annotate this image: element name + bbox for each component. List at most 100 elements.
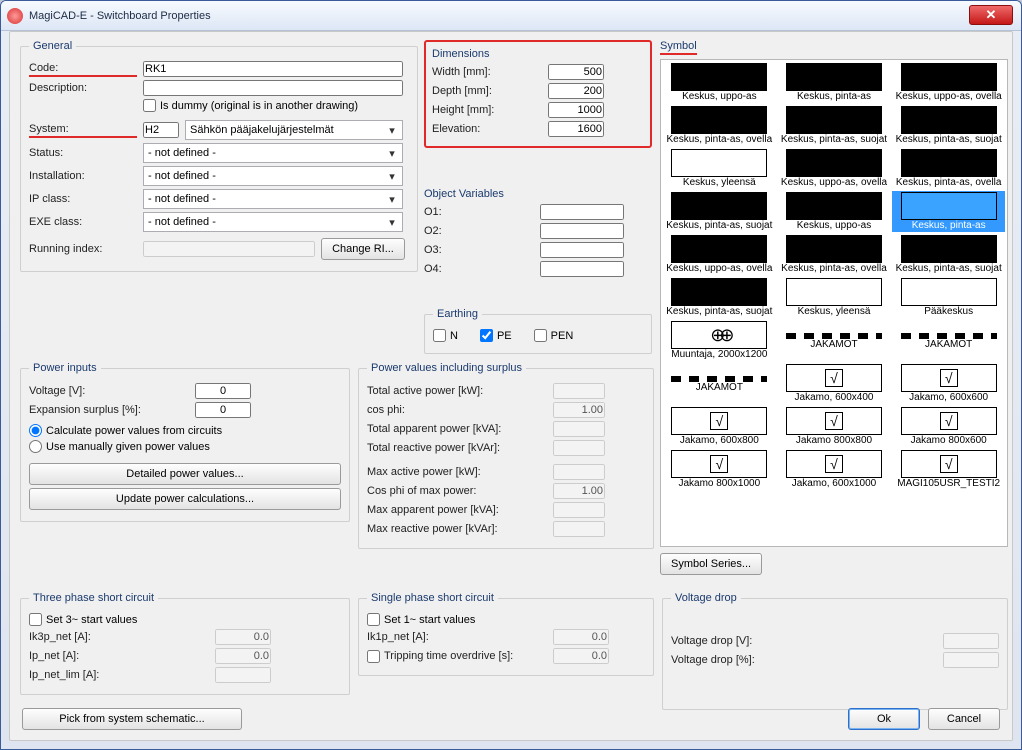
symbol-cell[interactable]: Keskus, uppo-as [778, 191, 891, 232]
symbol-cell[interactable]: Jakamo, 600x600 [892, 363, 1005, 404]
mrp-label: Max reactive power [kVAr]: [367, 523, 547, 535]
symbol-cell[interactable]: Keskus, uppo-as, ovella [778, 148, 891, 189]
symbol-cell[interactable]: Keskus, pinta-as [778, 62, 891, 103]
cancel-button[interactable]: Cancel [928, 708, 1000, 730]
symbol-cell[interactable]: Keskus, pinta-as, suojat [892, 105, 1005, 146]
desc-input[interactable] [143, 80, 403, 96]
symbol-cell[interactable]: JAKAMOT [892, 320, 1005, 361]
symbol-series-button[interactable]: Symbol Series... [660, 553, 762, 575]
ip-combo[interactable]: - not defined -▾ [143, 189, 403, 209]
pen-checkbox[interactable]: PEN [534, 329, 574, 342]
voltage-input[interactable] [195, 383, 251, 399]
n-checkbox[interactable]: N [433, 329, 458, 342]
symbol-caption: Jakamo 800x1000 [664, 478, 775, 489]
ipnet-input [215, 648, 271, 664]
symbol-swatch [671, 106, 767, 134]
symbol-cell[interactable]: Jakamo, 600x800 [663, 406, 776, 447]
symbol-caption: Keskus, pinta-as, ovella [779, 263, 890, 274]
o1-input[interactable] [540, 204, 624, 220]
set1-checkbox[interactable]: Set 1~ start values [367, 613, 475, 626]
height-label: Height [mm]: [432, 104, 542, 116]
symbol-cell[interactable]: Keskus, uppo-as [663, 62, 776, 103]
update-power-button[interactable]: Update power calculations... [29, 488, 341, 510]
symbol-cell[interactable]: Keskus, pinta-as, suojat [892, 234, 1005, 275]
ok-button[interactable]: Ok [848, 708, 920, 730]
o3-label: O3: [424, 244, 534, 256]
symbol-caption: JAKAMOT [779, 339, 890, 350]
cosphi-label: cos phi: [367, 404, 547, 416]
detailed-power-button[interactable]: Detailed power values... [29, 463, 341, 485]
symbol-cell[interactable]: Keskus, pinta-as, suojat [663, 191, 776, 232]
vdv-label: Voltage drop [V]: [671, 635, 801, 647]
dimensions-group: Dimensions Width [mm]: Depth [mm]: Heigh… [424, 40, 652, 148]
change-ri-button[interactable]: Change RI... [321, 238, 405, 260]
o4-input[interactable] [540, 261, 624, 277]
symbol-cell[interactable]: Keskus, pinta-as, ovella [663, 105, 776, 146]
symbol-cell[interactable]: Keskus, pinta-as, suojat [663, 277, 776, 318]
elev-label: Elevation: [432, 123, 542, 135]
symbol-swatch [786, 192, 882, 220]
symbol-cell[interactable]: Jakamo 800x800 [778, 406, 891, 447]
symbol-caption: Jakamo 800x800 [779, 435, 890, 446]
chevron-down-icon: ▾ [386, 170, 398, 183]
trip-checkbox[interactable]: Tripping time overdrive [s]: [367, 650, 547, 663]
status-combo[interactable]: - not defined -▾ [143, 143, 403, 163]
ik1p-label: Ik1p_net [A]: [367, 631, 547, 643]
chevron-down-icon: ▾ [386, 216, 398, 229]
o2-label: O2: [424, 225, 534, 237]
symbol-cell[interactable]: Keskus, uppo-as, ovella [892, 62, 1005, 103]
window: MagiCAD-E - Switchboard Properties ✕ Gen… [0, 0, 1022, 750]
symbol-cell[interactable]: Jakamo 800x600 [892, 406, 1005, 447]
o3-input[interactable] [540, 242, 624, 258]
symbol-caption: Keskus, uppo-as, ovella [893, 91, 1004, 102]
voltage-label: Voltage [V]: [29, 385, 189, 397]
ik1p-input [553, 629, 609, 645]
set3-checkbox[interactable]: Set 3~ start values [29, 613, 137, 626]
symbol-cell[interactable]: Pääkeskus [892, 277, 1005, 318]
height-input[interactable] [548, 102, 604, 118]
symbol-cell[interactable]: JAKAMOT [778, 320, 891, 361]
symbol-cell[interactable]: Keskus, pinta-as, suojat [778, 105, 891, 146]
symbol-cell[interactable]: Muuntaja, 2000x1200 [663, 320, 776, 361]
symbol-cell[interactable]: Jakamo, 600x1000 [778, 449, 891, 490]
pick-schematic-button[interactable]: Pick from system schematic... [22, 708, 242, 730]
symbol-caption: JAKAMOT [893, 339, 1004, 350]
symbol-swatch [786, 278, 882, 306]
symbol-cell[interactable]: MAGI105USR_TESTI2 [892, 449, 1005, 490]
map-input [553, 464, 605, 480]
manual-radio[interactable]: Use manually given power values [29, 440, 210, 453]
cosphi-input [553, 402, 605, 418]
elev-input[interactable] [548, 121, 604, 137]
system-code-input[interactable] [143, 122, 179, 138]
symbol-caption: Keskus, yleensä [664, 177, 775, 188]
close-button[interactable]: ✕ [969, 5, 1013, 25]
install-combo[interactable]: - not defined -▾ [143, 166, 403, 186]
system-combo[interactable]: Sähkön pääjakelujärjestelmät▾ [185, 120, 403, 140]
iplim-input [215, 667, 271, 683]
symbol-cell[interactable]: Jakamo, 600x400 [778, 363, 891, 404]
symbol-grid[interactable]: Keskus, uppo-asKeskus, pinta-asKeskus, u… [660, 59, 1008, 547]
width-input[interactable] [548, 64, 604, 80]
symbol-cell[interactable]: Keskus, pinta-as [892, 191, 1005, 232]
symbol-swatch [901, 149, 997, 177]
chevron-down-icon: ▾ [386, 124, 398, 137]
surplus-input[interactable] [195, 402, 251, 418]
depth-input[interactable] [548, 83, 604, 99]
symbol-cell[interactable]: Keskus, yleensä [663, 148, 776, 189]
code-input[interactable] [143, 61, 403, 77]
symbol-cell[interactable]: Keskus, yleensä [778, 277, 891, 318]
symbol-caption: Keskus, uppo-as [664, 91, 775, 102]
dummy-checkbox[interactable]: Is dummy (original is in another drawing… [143, 99, 358, 112]
symbol-cell[interactable]: Keskus, pinta-as, ovella [778, 234, 891, 275]
calc-radio[interactable]: Calculate power values from circuits [29, 424, 222, 437]
symbol-cell[interactable]: Jakamo 800x1000 [663, 449, 776, 490]
symbol-swatch [901, 235, 997, 263]
o4-label: O4: [424, 263, 534, 275]
symbol-cell[interactable]: Keskus, pinta-as, ovella [892, 148, 1005, 189]
symbol-cell[interactable]: Keskus, uppo-as, ovella [663, 234, 776, 275]
o2-input[interactable] [540, 223, 624, 239]
pe-checkbox[interactable]: PE [480, 329, 512, 342]
symbol-cell[interactable]: JAKAMOT [663, 363, 776, 404]
exe-combo[interactable]: - not defined -▾ [143, 212, 403, 232]
symbol-caption: Keskus, pinta-as, ovella [664, 134, 775, 145]
